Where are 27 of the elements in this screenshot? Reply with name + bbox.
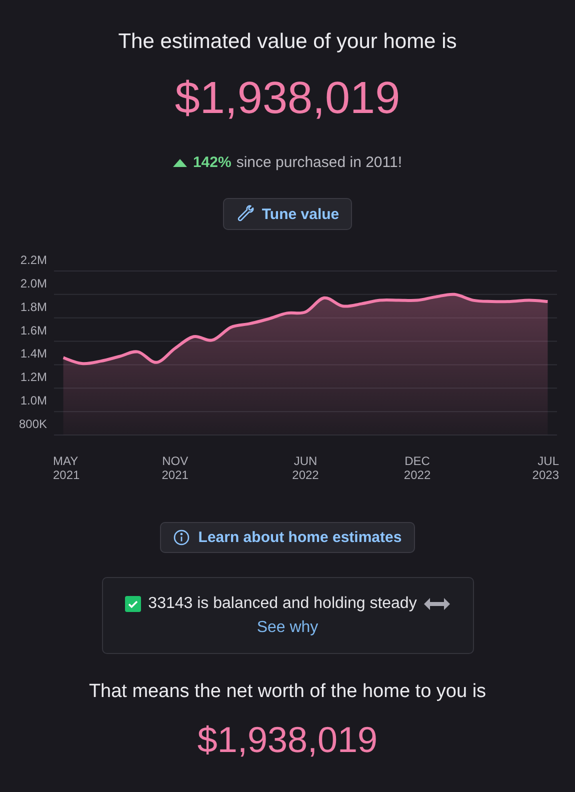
y-axis-label: 1.4M — [20, 346, 47, 361]
see-why-link[interactable]: See why — [256, 619, 318, 637]
info-icon — [173, 529, 190, 546]
y-axis-label: 1.0M — [20, 394, 47, 408]
headline: The estimated value of your home is — [118, 30, 457, 54]
y-axis-label: 1.8M — [20, 300, 47, 314]
net-worth-label: That means the net worth of the home to you is — [88, 681, 486, 703]
y-axis-label: 2.2M — [20, 253, 47, 267]
x-axis-label: NOV 2021 — [162, 454, 188, 482]
x-axis-label: JUL 2023 — [532, 454, 559, 482]
x-axis-label: JUN 2022 — [292, 454, 319, 482]
market-status: 33143 is balanced and holding steady — [148, 595, 417, 613]
net-worth-value: $1,938,019 — [197, 719, 378, 761]
y-axis-label: 1.6M — [20, 323, 47, 338]
y-axis-label: 2.0M — [20, 276, 47, 290]
change-text: since purchased in 2011! — [236, 154, 402, 171]
tune-value-button[interactable]: Tune value — [222, 198, 352, 230]
estimated-value: $1,938,019 — [174, 72, 400, 124]
wrench-icon — [236, 205, 254, 223]
learn-button[interactable]: Learn about home estimates — [160, 522, 415, 553]
double-arrow-icon — [424, 598, 450, 610]
x-axis-label: MAY 2021 — [53, 454, 80, 482]
check-icon — [125, 596, 142, 612]
y-axis-label: 1.2M — [20, 370, 47, 384]
y-axis-label: 800K — [18, 417, 47, 431]
change-percent: 142% — [192, 154, 232, 171]
x-axis-label: DEC 2022 — [404, 454, 431, 482]
